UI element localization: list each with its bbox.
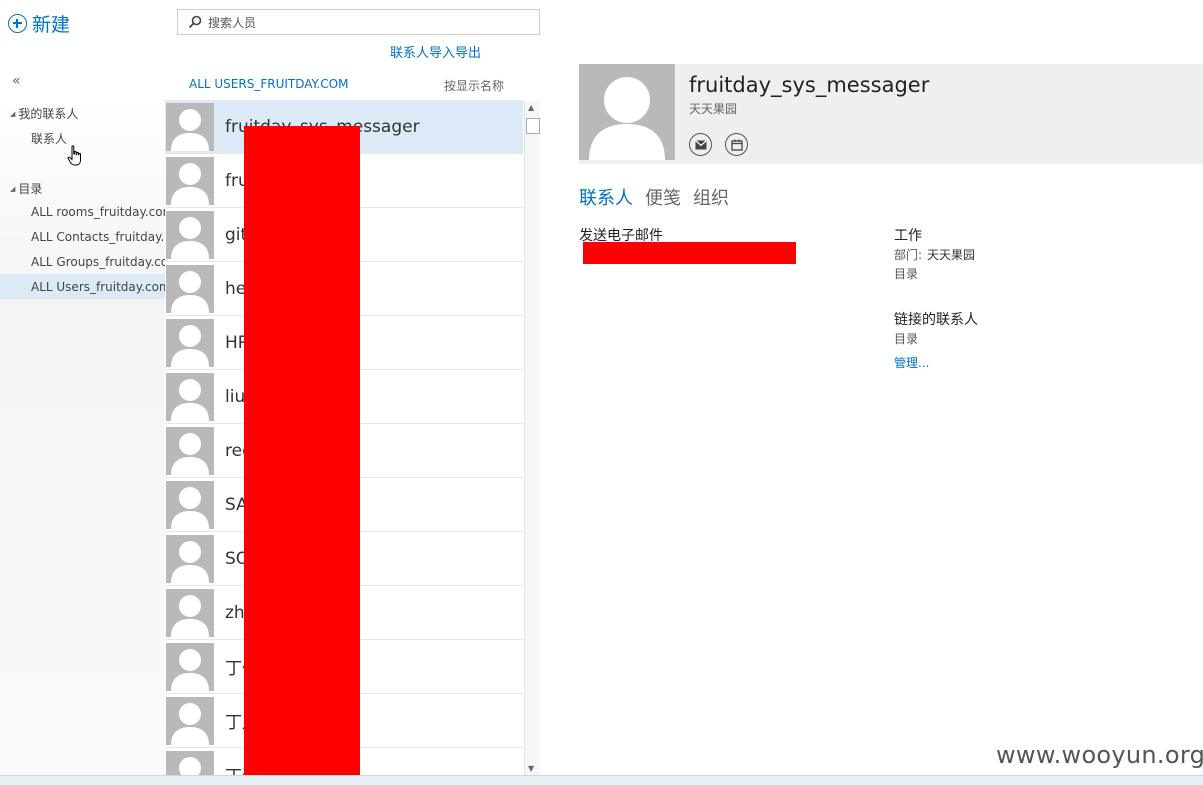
nav-item-contacts-directory[interactable]: ALL Contacts_fruitday.com bbox=[31, 230, 166, 244]
work-directory-label: 目录 bbox=[894, 267, 919, 281]
tab-notes[interactable]: 便笺 bbox=[645, 184, 681, 210]
person-silhouette-icon bbox=[171, 486, 209, 529]
scroll-thumb[interactable] bbox=[526, 118, 540, 134]
redaction-block bbox=[244, 126, 360, 779]
contact-name: fruitday_sys_messager bbox=[689, 73, 930, 97]
person-silhouette-icon bbox=[171, 216, 209, 259]
person-silhouette-icon bbox=[171, 162, 209, 205]
detail-tabs: 联系人 便笺 组织 bbox=[579, 184, 729, 210]
scroll-down-icon[interactable]: ▼ bbox=[528, 764, 534, 773]
linked-contacts-heading: 链接的联系人 bbox=[894, 312, 978, 328]
person-silhouette-icon bbox=[171, 540, 209, 583]
hand-cursor-icon bbox=[67, 145, 81, 166]
search-box[interactable]: 搜索人员 bbox=[177, 9, 540, 35]
avatar bbox=[166, 210, 214, 259]
new-label: 新建 bbox=[32, 14, 71, 36]
avatar bbox=[166, 750, 214, 775]
person-silhouette-icon bbox=[171, 432, 209, 475]
email-redaction-block[interactable] bbox=[583, 242, 796, 264]
person-silhouette-icon bbox=[171, 702, 209, 745]
person-silhouette-icon bbox=[179, 756, 201, 775]
expand-triangle-icon: ◢ bbox=[10, 184, 16, 193]
collapse-pane-button[interactable]: « bbox=[12, 73, 21, 89]
plus-circle-icon bbox=[8, 14, 27, 33]
send-mail-icon[interactable] bbox=[689, 133, 712, 156]
nav-item-groups[interactable]: ALL Groups_fruitday.com bbox=[31, 255, 166, 269]
contact-name: liu bbox=[225, 386, 246, 407]
contact-company: 天天果园 bbox=[689, 102, 738, 116]
schedule-meeting-icon[interactable] bbox=[725, 133, 748, 156]
person-silhouette-icon bbox=[171, 648, 209, 691]
sort-by-display-name-button[interactable]: 按显示名称 bbox=[444, 77, 504, 94]
tab-organization[interactable]: 组织 bbox=[693, 184, 729, 210]
envelope-icon bbox=[694, 139, 707, 149]
avatar bbox=[166, 480, 214, 529]
person-silhouette-icon bbox=[171, 270, 209, 313]
person-silhouette-icon bbox=[171, 594, 209, 637]
avatar bbox=[166, 102, 214, 151]
person-silhouette-icon bbox=[171, 378, 209, 421]
contact-photo bbox=[579, 64, 675, 160]
avatar bbox=[166, 642, 214, 691]
avatar bbox=[166, 588, 214, 637]
avatar bbox=[166, 372, 214, 421]
watermark: www.wooyun.org bbox=[996, 741, 1203, 769]
avatar bbox=[166, 534, 214, 583]
person-silhouette-icon bbox=[589, 77, 665, 160]
expand-triangle-icon: ◢ bbox=[10, 109, 16, 118]
import-export-link[interactable]: 联系人导入导出 bbox=[390, 42, 481, 61]
directory-group[interactable]: ◢ 目录 bbox=[10, 180, 42, 197]
manage-link[interactable]: 管理... bbox=[894, 354, 929, 371]
person-silhouette-icon bbox=[171, 324, 209, 367]
new-contact-button[interactable]: 新建 bbox=[8, 10, 70, 37]
department-line: 部门: 天天果园 bbox=[894, 246, 975, 263]
department-label: 部门: bbox=[894, 248, 923, 262]
avatar bbox=[166, 696, 214, 745]
scroll-up-icon[interactable]: ▲ bbox=[528, 103, 534, 112]
work-heading: 工作 bbox=[894, 228, 922, 244]
search-input[interactable]: 搜索人员 bbox=[208, 14, 256, 31]
search-icon bbox=[188, 15, 202, 29]
department-value: 天天果园 bbox=[927, 248, 976, 262]
list-scrollbar[interactable]: ▲ ▼ bbox=[524, 101, 540, 775]
my-contacts-group[interactable]: ◢ 我的联系人 bbox=[10, 105, 78, 122]
avatar bbox=[166, 318, 214, 367]
tab-contact[interactable]: 联系人 bbox=[579, 184, 633, 210]
avatar bbox=[166, 264, 214, 313]
linked-directory-label: 目录 bbox=[894, 332, 919, 346]
list-title: ALL USERS_FRUITDAY.COM bbox=[189, 77, 349, 91]
directory-label: 目录 bbox=[18, 182, 43, 196]
person-silhouette-icon bbox=[171, 108, 209, 151]
avatar bbox=[166, 426, 214, 475]
left-navigation: 新建 « ◢ 我的联系人 联系人 ◢ 目录 ALL rooms_fruitday… bbox=[0, 0, 166, 785]
status-bar bbox=[0, 775, 1203, 785]
avatar bbox=[166, 156, 214, 205]
nav-item-rooms[interactable]: ALL rooms_fruitday.com bbox=[31, 205, 166, 219]
nav-item-contacts[interactable]: 联系人 bbox=[31, 130, 166, 147]
nav-item-users[interactable]: ALL Users_fruitday.com bbox=[31, 280, 166, 294]
calendar-icon bbox=[730, 139, 743, 151]
my-contacts-label: 我的联系人 bbox=[18, 107, 79, 121]
